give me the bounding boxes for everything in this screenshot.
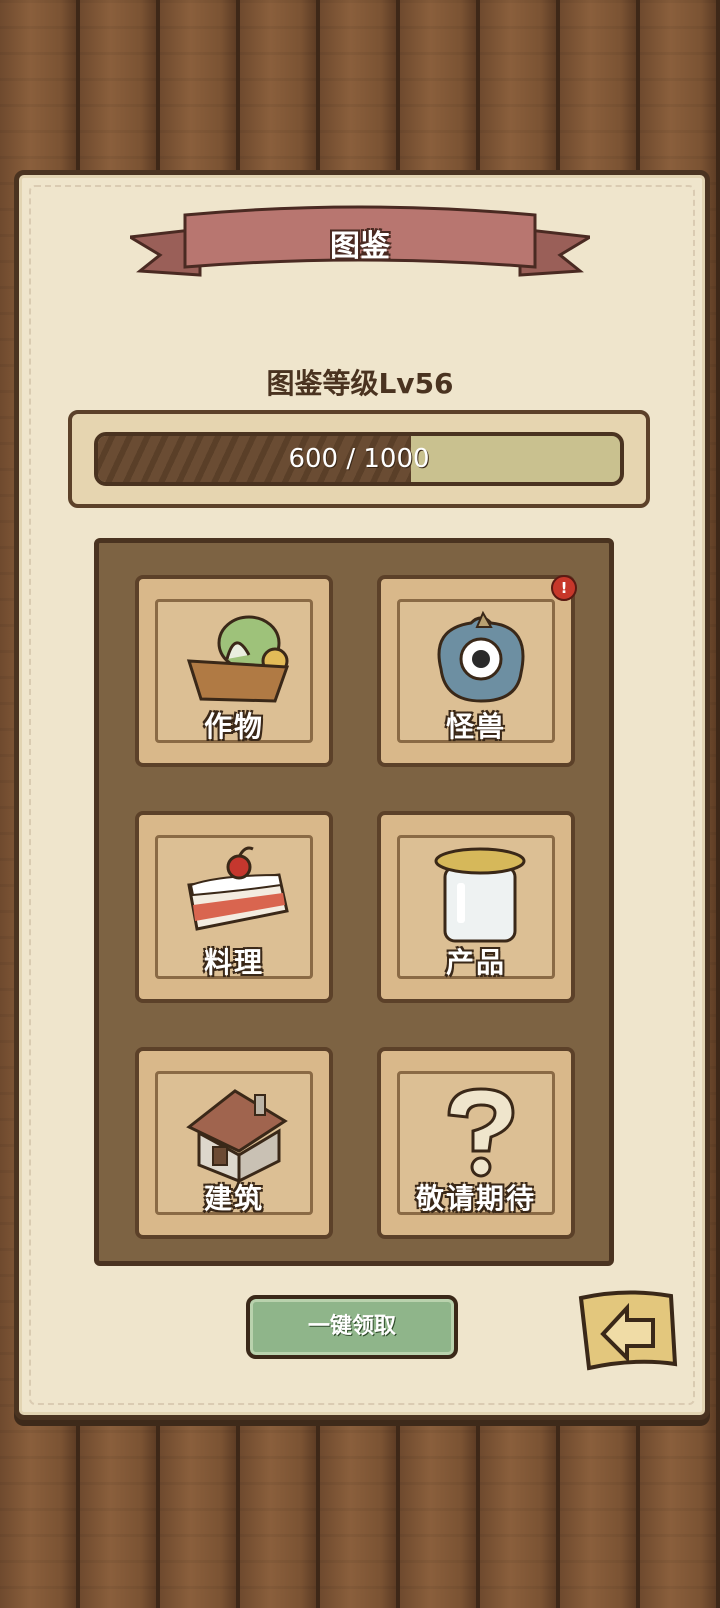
category-board: 作物 怪兽 ! 料理 产品 建筑 敬请期待: [94, 538, 614, 1266]
house-icon: [186, 1089, 288, 1184]
jar-icon: [434, 847, 526, 943]
vegetable-basket-icon: [186, 615, 290, 703]
level-progress: 600 / 1000: [68, 410, 650, 508]
category-label: 料理: [203, 946, 264, 979]
codex-level-label: 图鉴等级Lv56: [266, 367, 454, 400]
alert-badge: !: [551, 575, 577, 601]
claim-all-button[interactable]: 一键领取: [246, 1295, 458, 1359]
back-arrow-icon[interactable]: [575, 1288, 679, 1384]
category-card-buildings[interactable]: 建筑: [135, 1047, 333, 1239]
category-card-dishes[interactable]: 料理: [135, 811, 333, 1003]
category-card-products[interactable]: 产品: [377, 811, 575, 1003]
monster-icon: [437, 610, 525, 703]
title-ribbon: 图鉴: [130, 205, 590, 285]
category-card-coming-soon[interactable]: 敬请期待: [377, 1047, 575, 1239]
progress-text: 600 / 1000: [288, 444, 430, 474]
progress-track: 600 / 1000: [94, 432, 624, 486]
category-label: 敬请期待: [415, 1182, 536, 1215]
category-card-monsters[interactable]: 怪兽 !: [377, 575, 577, 767]
category-label: 产品: [445, 946, 506, 979]
category-label: 作物: [203, 710, 264, 743]
page-title: 图鉴: [330, 229, 390, 264]
question-mark-icon: [447, 1087, 515, 1178]
category-label: 怪兽: [445, 710, 506, 743]
category-card-crops[interactable]: 作物: [135, 575, 333, 767]
category-label: 建筑: [203, 1182, 264, 1215]
cake-icon: [187, 846, 289, 931]
